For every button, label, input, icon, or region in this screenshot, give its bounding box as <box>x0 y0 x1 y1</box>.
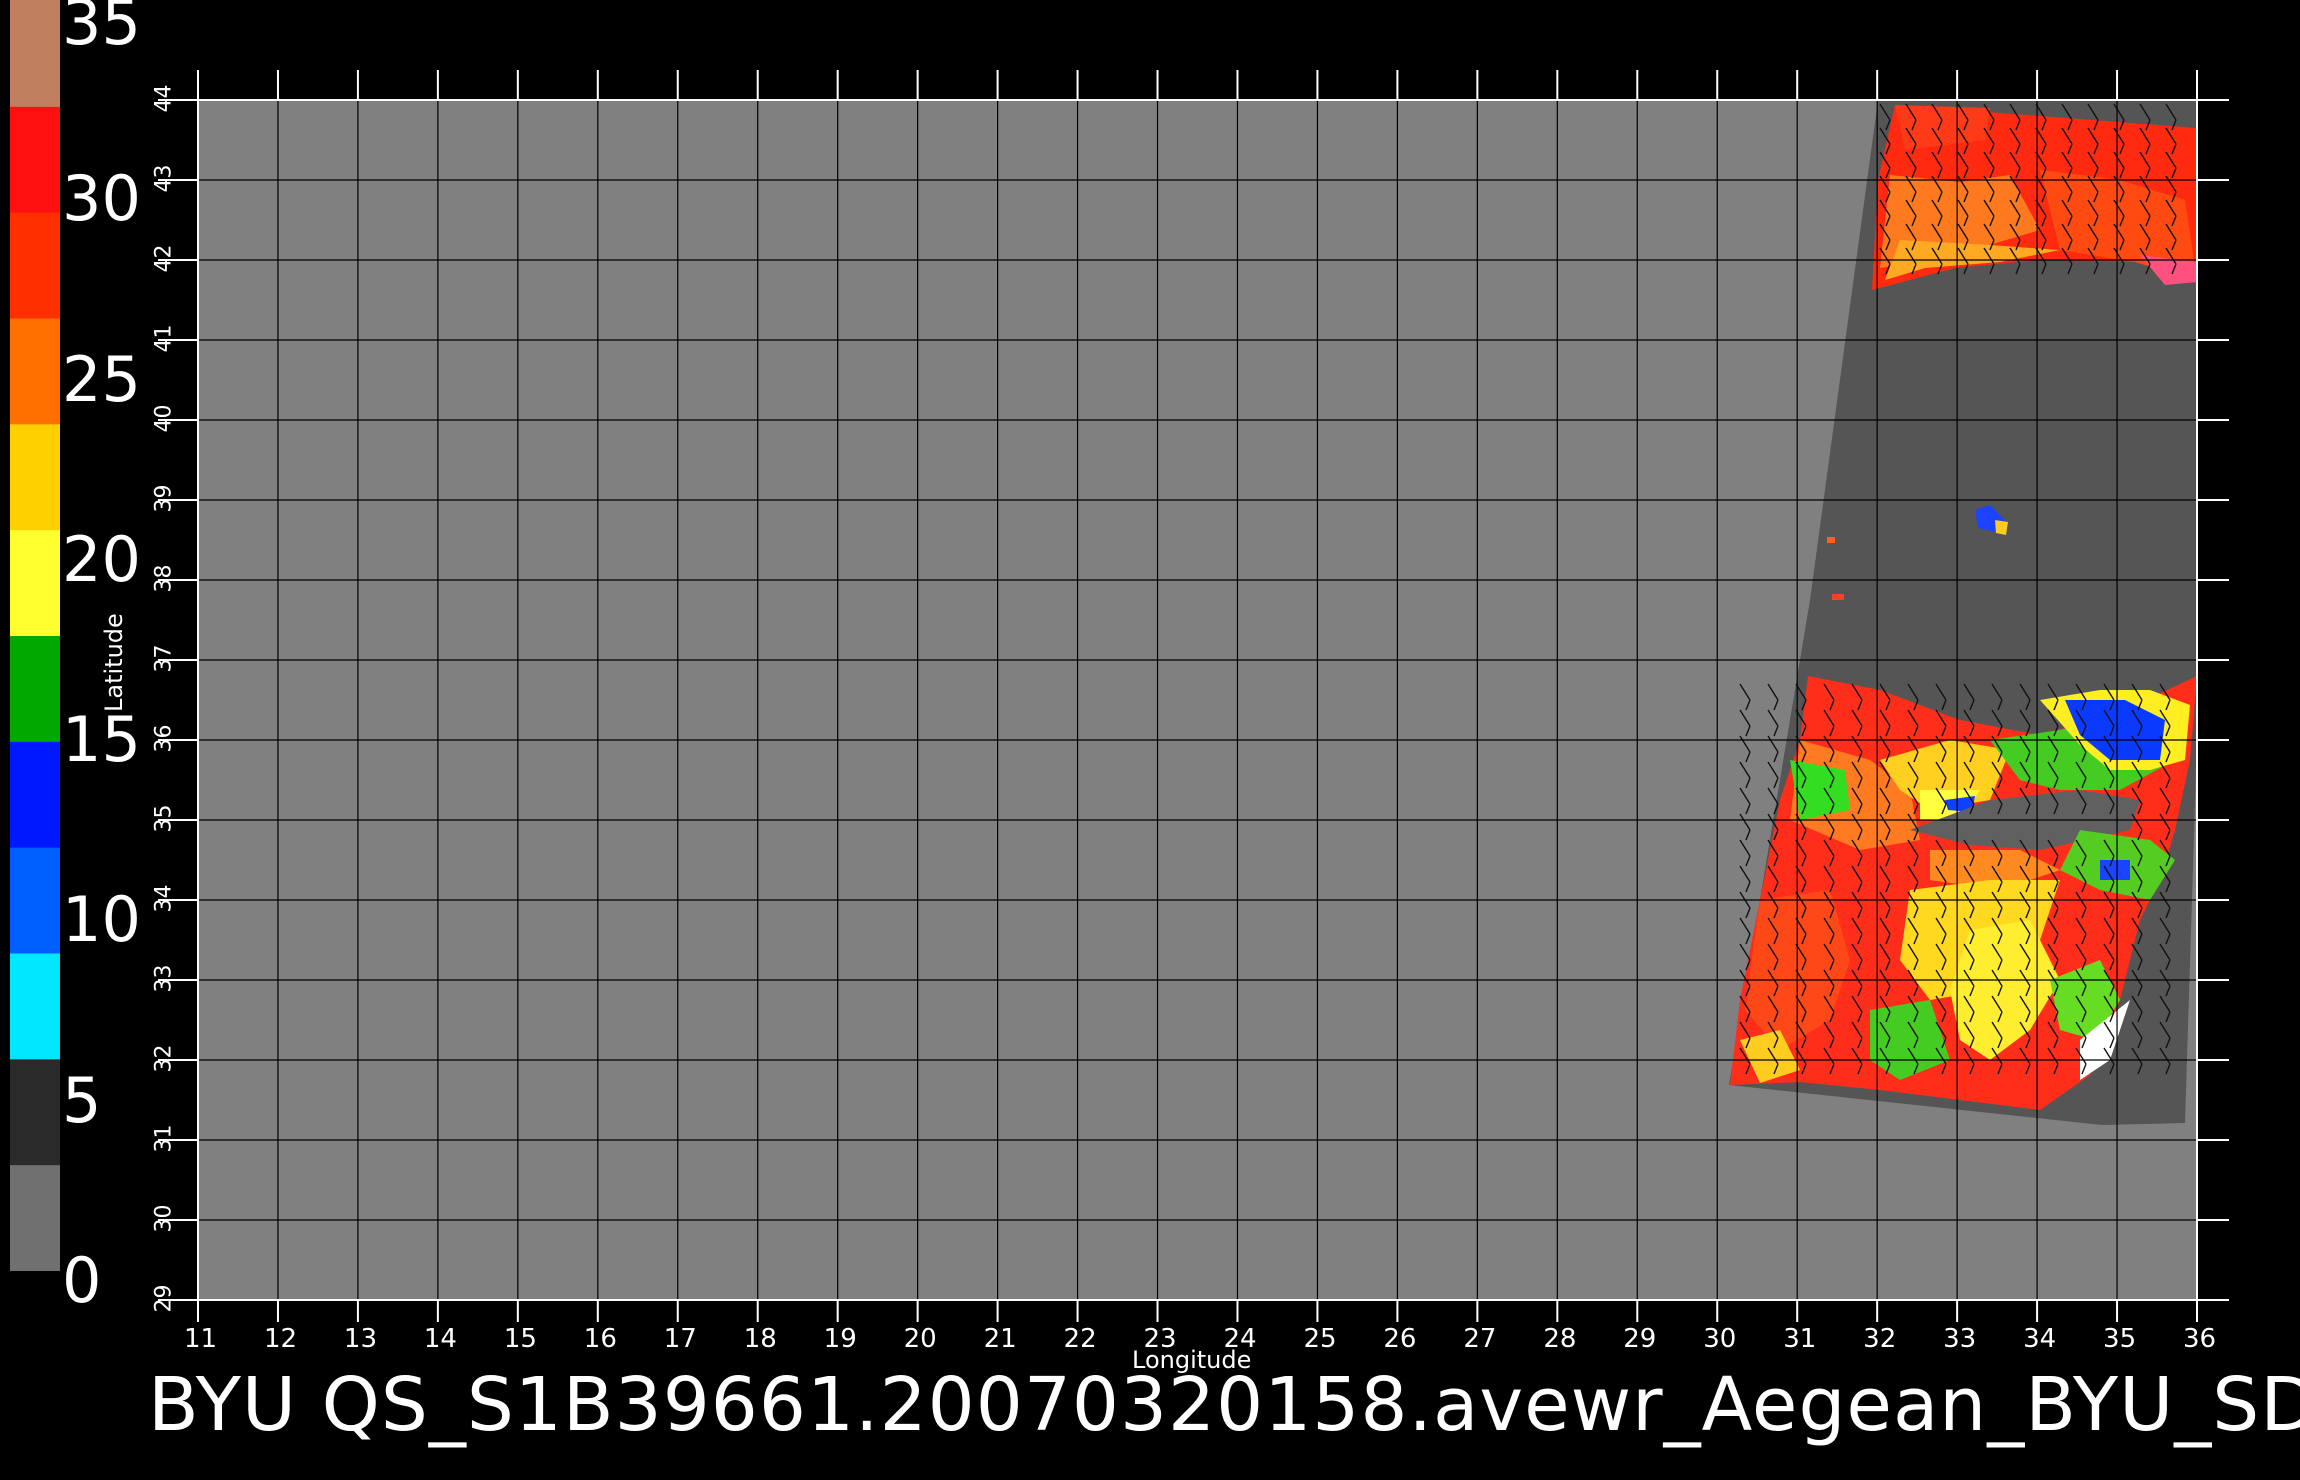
colorbar-band <box>10 317 60 425</box>
lat-tick-label: 39 <box>151 484 177 513</box>
lat-tick-label: 34 <box>151 884 177 913</box>
colorbar-label: 35 <box>62 0 141 59</box>
lon-tick-label: 21 <box>983 1324 1017 1354</box>
colorbar-band <box>10 635 60 742</box>
colorbar-band <box>10 423 60 531</box>
lat-tick-label: 29 <box>151 1284 177 1313</box>
lon-tick-label: 28 <box>1543 1324 1577 1354</box>
lon-tick-label: 19 <box>823 1324 857 1354</box>
lon-tick-label: 18 <box>743 1324 777 1354</box>
lat-tick-label: 32 <box>151 1044 177 1073</box>
lon-tick-label: 34 <box>2023 1324 2057 1354</box>
lon-tick-label: 33 <box>1943 1324 1977 1354</box>
colorbar-band <box>10 1058 60 1166</box>
image-caption: BYU QS_S1B39661.20070320158.avewr_Aegean… <box>148 1362 2300 1448</box>
lat-tick-label: 31 <box>151 1124 177 1153</box>
lon-tick-label: 25 <box>1303 1324 1337 1354</box>
wind-map-figure <box>10 0 2229 1322</box>
colorbar-band <box>10 952 60 1060</box>
lat-tick-label: 36 <box>151 724 177 753</box>
colorbar-label: 15 <box>62 703 141 777</box>
lon-tick-label: 31 <box>1783 1324 1817 1354</box>
lat-tick-label: 44 <box>151 84 177 113</box>
colorbar-band <box>10 105 60 213</box>
colorbar-label: 10 <box>62 883 141 957</box>
lon-tick-label: 26 <box>1383 1324 1417 1354</box>
colorbar-band <box>10 1164 60 1271</box>
colorbar-label: 30 <box>62 162 141 236</box>
lon-tick-label: 30 <box>1703 1324 1737 1354</box>
lon-tick-label: 14 <box>423 1324 457 1354</box>
lon-tick-label: 32 <box>1863 1324 1897 1354</box>
colorbar-label: 5 <box>62 1063 102 1137</box>
lon-tick-label: 17 <box>663 1324 697 1354</box>
lat-tick-label: 38 <box>151 564 177 593</box>
lat-tick-label: 40 <box>151 404 177 433</box>
lat-tick-label: 33 <box>151 964 177 993</box>
lon-tick-label: 15 <box>503 1324 537 1354</box>
lat-tick-label: 37 <box>151 644 177 673</box>
lon-tick-label: 22 <box>1063 1324 1097 1354</box>
colorbar-band <box>10 211 60 319</box>
colorbar-label: 25 <box>62 342 141 416</box>
lat-tick-label: 30 <box>151 1204 177 1233</box>
lon-tick-label: 20 <box>903 1324 937 1354</box>
colorbar-label: 0 <box>62 1244 102 1317</box>
lat-tick-label: 43 <box>151 164 177 193</box>
lat-tick-label: 42 <box>151 244 177 273</box>
lon-tick-label: 29 <box>1623 1324 1657 1354</box>
lon-tick-label: 12 <box>263 1324 298 1354</box>
colorbar-label: 20 <box>62 522 141 596</box>
colorbar-band <box>10 846 60 954</box>
lon-tick-label: 13 <box>343 1324 377 1354</box>
lat-tick-label: 35 <box>151 804 177 833</box>
lon-tick-label: 36 <box>2183 1324 2217 1354</box>
colorbar-band <box>10 740 60 848</box>
y-axis-title: Latitude <box>100 613 128 712</box>
lon-tick-label: 11 <box>184 1324 218 1354</box>
lon-tick-label: 35 <box>2103 1324 2137 1354</box>
lon-tick-label: 27 <box>1463 1324 1497 1354</box>
lon-tick-label: 16 <box>583 1324 617 1354</box>
lat-tick-label: 41 <box>151 324 177 353</box>
colorbar <box>10 0 60 1271</box>
colorbar-band <box>10 529 60 636</box>
colorbar-band <box>10 0 60 107</box>
